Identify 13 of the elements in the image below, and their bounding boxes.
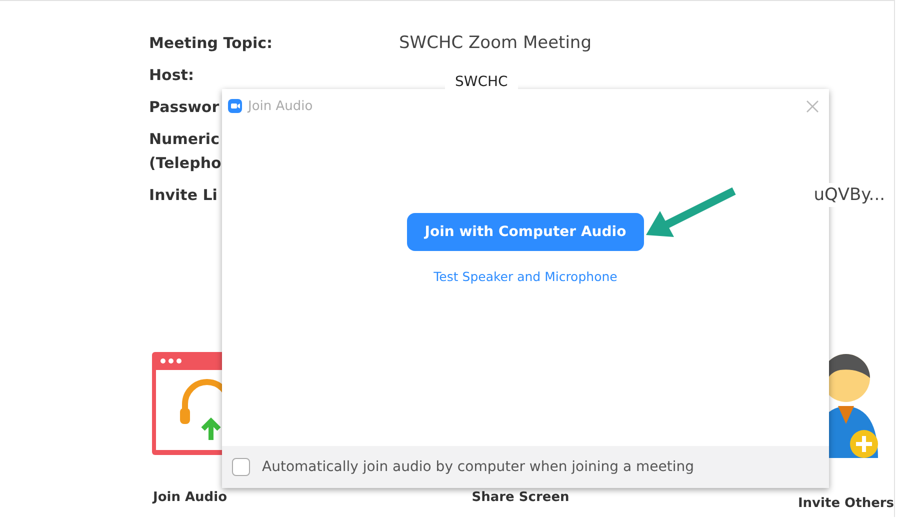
field-label: Host: <box>149 65 194 86</box>
field-label: Numeric (Telepho <box>149 129 222 174</box>
field-label: Invite Li <box>149 185 218 206</box>
camera-app-icon <box>228 99 242 113</box>
action-label[interactable]: Invite Others <box>798 496 894 511</box>
action-label[interactable]: Share Screen <box>472 490 570 505</box>
action-label[interactable]: Join Audio <box>152 490 227 505</box>
close-icon[interactable] <box>806 100 819 112</box>
field-label: Passwor <box>149 97 220 118</box>
dialog-title: Join Audio <box>248 98 314 114</box>
auto-join-checkbox[interactable] <box>232 458 250 476</box>
field-label: Meeting Topic: <box>149 33 273 54</box>
auto-join-label: Automatically join audio by computer when joining a meeting <box>262 459 694 475</box>
